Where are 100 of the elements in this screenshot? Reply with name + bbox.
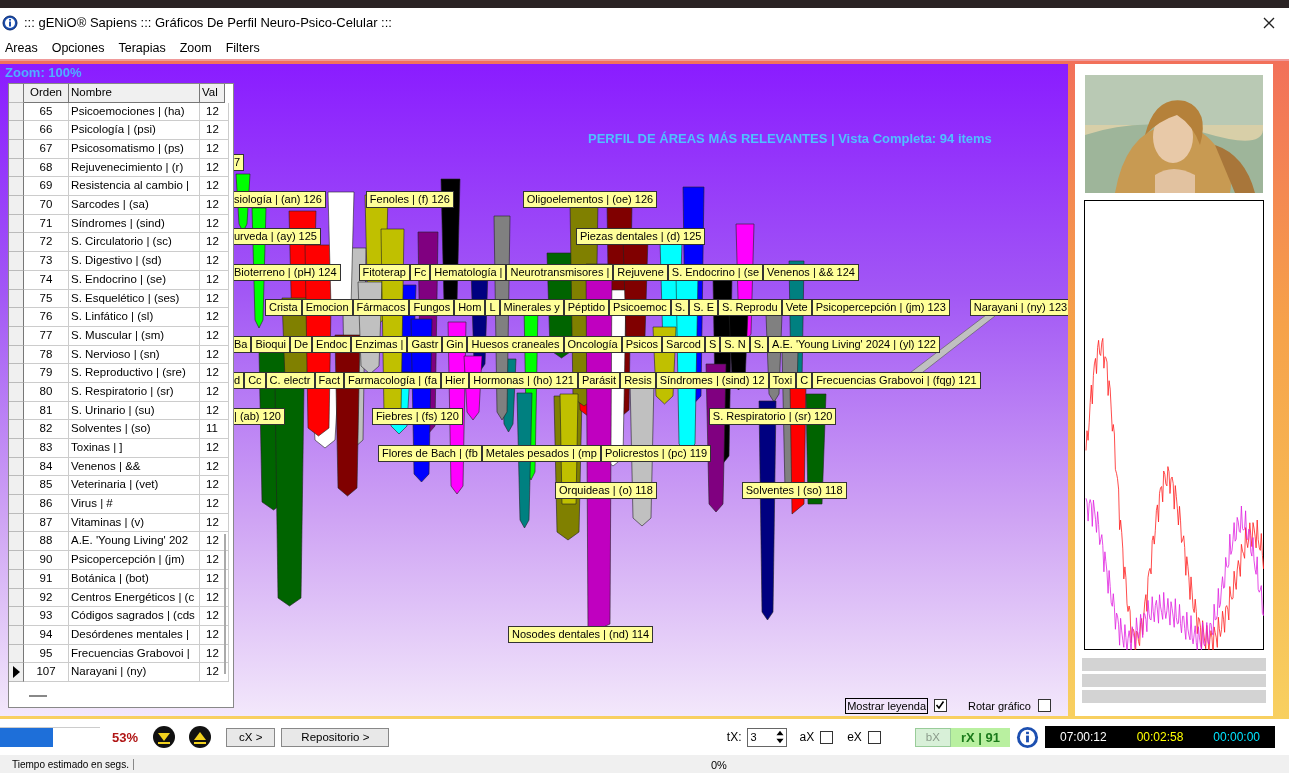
- area-label: Orquideas | (o) 118: [555, 481, 657, 499]
- table-cell: 12: [200, 345, 229, 365]
- scrollbar[interactable]: [29, 694, 47, 697]
- table-cell: Venenos | &&: [69, 457, 200, 477]
- table-cell: Narayani | (ny): [69, 663, 200, 682]
- table-cell: 83: [24, 439, 69, 458]
- table-cell: Resistencia al cambio |: [69, 177, 200, 197]
- table-cell: 12: [200, 364, 229, 383]
- table-cell: S. Reproductivo | (sre): [69, 364, 200, 383]
- area-label: Cc: [244, 371, 266, 389]
- area-label: Fiebres | (fs) 120: [371, 407, 463, 425]
- area-label: Narayani | (ny) 123: [969, 298, 1068, 316]
- table-cell: 12: [200, 233, 229, 253]
- table-cell: 91: [24, 569, 69, 589]
- table-cell: 12: [200, 457, 229, 477]
- table-cell: Centros Energéticos | (c: [69, 588, 200, 608]
- column-header[interactable]: Val: [200, 83, 225, 103]
- area-label: Nosodes dentales | (nd) 114: [508, 625, 654, 643]
- table-cell: 12: [200, 140, 229, 159]
- table-cell: 95: [24, 644, 69, 664]
- area-label: S. Respiratorio | (sr) 120: [708, 407, 837, 425]
- table-cell: 87: [24, 513, 69, 533]
- table-cell: S. Urinario | (su): [69, 401, 200, 421]
- area-label: Venenos | && 124: [763, 263, 859, 281]
- menu-item[interactable]: Zoom: [179, 41, 212, 56]
- table-cell: 72: [24, 233, 69, 253]
- menu-item[interactable]: Opciones: [51, 41, 105, 56]
- table-cell: 12: [200, 308, 229, 327]
- table-cell: S. Circulatorio | (sc): [69, 233, 200, 253]
- area-label: Resis: [620, 371, 656, 389]
- area-label: Flores de Bach | (fb: [378, 444, 482, 462]
- window-title: ::: gENiO® Sapiens ::: Gráficos De Perfil Neuro-Psico-Celular :::: [24, 15, 392, 31]
- scrollbar[interactable]: [224, 533, 226, 674]
- checkbox[interactable]: [1038, 699, 1051, 713]
- table-cell: 12: [200, 252, 229, 271]
- table-cell: 70: [24, 196, 69, 215]
- table-cell: 80: [24, 382, 69, 402]
- table-cell: 69: [24, 177, 69, 197]
- close-icon[interactable]: [1263, 16, 1275, 29]
- zoom-label: Zoom: 100%: [5, 64, 82, 80]
- area-label: Metales pesados | (mp: [481, 444, 601, 462]
- table-cell: A.E. 'Young Living' 202: [69, 532, 200, 552]
- legend-label: Mostrar leyenda: [845, 697, 928, 714]
- table-cell: Solventes | (so): [69, 420, 200, 440]
- area-label: Policrestos | (pc) 119: [600, 444, 712, 462]
- table-cell: 12: [200, 326, 229, 346]
- area-label: Neurotransmisores |: [506, 263, 614, 281]
- menu-item[interactable]: Terapias: [118, 41, 166, 56]
- table-cell: Psicoemociones | (ha): [69, 102, 200, 122]
- checkbox[interactable]: [867, 730, 881, 744]
- column-header[interactable]: Orden: [24, 83, 69, 103]
- info-icon[interactable]: [1016, 725, 1039, 749]
- area-label: S. Endocrino | (se: [667, 263, 764, 281]
- table-cell: 11: [200, 420, 229, 440]
- table-cell: S. Linfático | (sl): [69, 308, 200, 327]
- table-cell: Psicología | (psi): [69, 121, 200, 141]
- checkbox-label: aX: [799, 730, 815, 745]
- table-cell: 12: [200, 401, 229, 421]
- table-cell: Síndromes | (sind): [69, 214, 200, 234]
- menu-item[interactable]: Areas: [5, 41, 38, 56]
- repositorio-button[interactable]: Repositorio >: [281, 727, 390, 747]
- percent-label: 53%: [112, 729, 139, 745]
- row-selector[interactable]: [9, 663, 24, 682]
- table-cell: S. Endocrino | (se): [69, 270, 200, 290]
- table-cell: Desórdenes mentales |: [69, 625, 200, 645]
- table-cell: S. Digestivo | (sd): [69, 252, 200, 271]
- table-cell: 90: [24, 551, 69, 570]
- area-label: Hematología |: [430, 263, 507, 281]
- area-label: Psicoemoc: [609, 298, 671, 316]
- spinner-field[interactable]: 3: [747, 727, 788, 747]
- checkbox-label: eX: [847, 730, 862, 745]
- area-label: Psicopercepción | (jm) 123: [811, 298, 950, 316]
- table-cell: 74: [24, 270, 69, 290]
- area-label: Crista: [265, 298, 302, 316]
- area-label: Gin: [442, 335, 468, 353]
- legend-label: Rotar gráfico: [967, 698, 1032, 713]
- table-cell: 12: [200, 513, 229, 533]
- table-cell: 67: [24, 140, 69, 159]
- time-text: 07:00:12: [1059, 730, 1107, 745]
- table-cell: 81: [24, 401, 69, 421]
- table-cell: Veterinaria | (vet): [69, 476, 200, 496]
- table-cell: 84: [24, 457, 69, 477]
- cx-button[interactable]: cX >: [226, 727, 276, 747]
- rx-counter: rX | 91: [950, 727, 1010, 747]
- time-text: 00:02:58: [1136, 730, 1184, 745]
- table-cell: S. Nervioso | (sn): [69, 345, 200, 365]
- table-cell: 71: [24, 214, 69, 234]
- table-cell: 88: [24, 532, 69, 552]
- table-cell: S. Muscular | (sm): [69, 326, 200, 346]
- checkbox[interactable]: [934, 699, 947, 713]
- table-cell: 12: [200, 289, 229, 309]
- table-cell: 86: [24, 495, 69, 514]
- column-header[interactable]: Nombre: [69, 83, 200, 103]
- tx-label: tX:: [726, 730, 742, 745]
- checkbox[interactable]: [820, 730, 834, 744]
- area-label: Gastr: [407, 335, 443, 353]
- menu-item[interactable]: Filters: [225, 41, 260, 56]
- table-cell: 78: [24, 345, 69, 365]
- area-label: Huesos craneales: [467, 335, 564, 353]
- table-cell: 12: [200, 270, 229, 290]
